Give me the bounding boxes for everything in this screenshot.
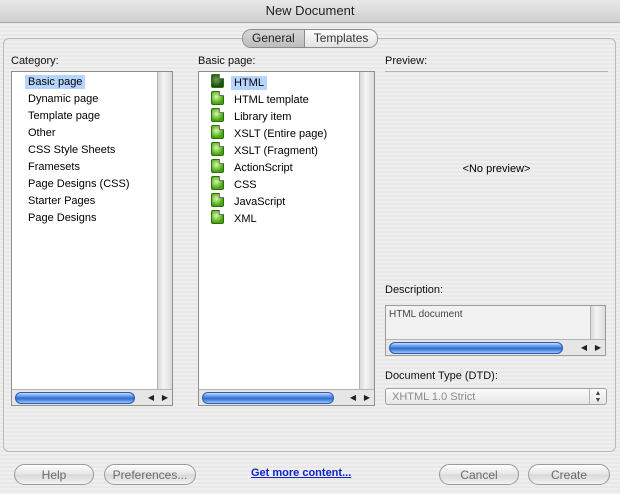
basic-page-item-actionscript[interactable]: ActionScript (199, 159, 360, 176)
category-item-page-designs-css[interactable]: Page Designs (CSS) (12, 176, 158, 193)
document-icon (211, 176, 224, 190)
preview-divider (385, 71, 608, 72)
doctype-select[interactable]: XHTML 1.0 Strict ▲ ▼ (385, 388, 607, 405)
basic-page-horizontal-scrollbar[interactable]: ◀ ▶ (199, 389, 374, 405)
tab-bar: General Templates (242, 29, 379, 48)
basic-page-list[interactable]: HTML HTML template Library item XSLT (En… (198, 71, 375, 406)
doctype-value: XHTML 1.0 Strict (392, 391, 476, 403)
category-item-basic-page[interactable]: Basic page (12, 74, 158, 91)
basic-page-item-css[interactable]: CSS (199, 176, 360, 193)
scroll-right-arrow-icon[interactable]: ▶ (158, 390, 172, 405)
tab-general[interactable]: General (243, 30, 304, 47)
description-box: HTML document ◀ ▶ (385, 305, 606, 356)
document-icon (211, 74, 224, 88)
category-item-template-page[interactable]: Template page (12, 108, 158, 125)
description-scroll-thumb[interactable] (389, 342, 563, 354)
basic-page-vertical-scrollbar[interactable] (359, 72, 374, 390)
description-label: Description: (385, 284, 444, 296)
document-icon (211, 193, 224, 207)
cancel-button[interactable]: Cancel (439, 464, 519, 485)
description-text: HTML document (389, 309, 463, 320)
basic-page-scroll-thumb[interactable] (202, 392, 334, 404)
basic-page-item-xslt-entire[interactable]: XSLT (Entire page) (199, 125, 360, 142)
tab-templates[interactable]: Templates (303, 30, 378, 47)
category-vertical-scrollbar[interactable] (157, 72, 172, 390)
get-more-content-link[interactable]: Get more content... (251, 467, 351, 479)
description-horizontal-scrollbar[interactable]: ◀ ▶ (386, 339, 605, 355)
category-scroll-thumb[interactable] (15, 392, 135, 404)
basic-page-item-html[interactable]: HTML (199, 74, 360, 91)
category-item-framesets[interactable]: Framesets (12, 159, 158, 176)
basic-page-item-html-template[interactable]: HTML template (199, 91, 360, 108)
category-item-dynamic-page[interactable]: Dynamic page (12, 91, 158, 108)
basic-page-item-xslt-fragment[interactable]: XSLT (Fragment) (199, 142, 360, 159)
basic-page-label: Basic page: (198, 55, 256, 67)
document-icon (211, 142, 224, 156)
document-icon (211, 125, 224, 139)
preferences-button[interactable]: Preferences... (104, 464, 196, 485)
category-item-css-style-sheets[interactable]: CSS Style Sheets (12, 142, 158, 159)
preview-label: Preview: (385, 55, 428, 67)
description-vertical-scrollbar[interactable] (590, 306, 605, 340)
window-title: New Document (0, 0, 620, 23)
scroll-left-arrow-icon[interactable]: ◀ (346, 390, 360, 405)
category-horizontal-scrollbar[interactable]: ◀ ▶ (12, 389, 172, 405)
document-icon (211, 210, 224, 224)
scroll-right-arrow-icon[interactable]: ▶ (591, 340, 605, 355)
basic-page-item-javascript[interactable]: JavaScript (199, 193, 360, 210)
document-icon (211, 159, 224, 173)
create-button[interactable]: Create (528, 464, 610, 485)
document-icon (211, 108, 224, 122)
basic-page-item-xml[interactable]: XML (199, 210, 360, 227)
doctype-label: Document Type (DTD): (385, 370, 498, 382)
scroll-left-arrow-icon[interactable]: ◀ (144, 390, 158, 405)
scroll-left-arrow-icon[interactable]: ◀ (577, 340, 591, 355)
help-button[interactable]: Help (14, 464, 94, 485)
category-item-page-designs[interactable]: Page Designs (12, 210, 158, 227)
new-document-dialog: New Document General Templates Category:… (0, 0, 620, 494)
document-icon (211, 91, 224, 105)
category-item-other[interactable]: Other (12, 125, 158, 142)
category-label: Category: (11, 55, 59, 67)
basic-page-item-library-item[interactable]: Library item (199, 108, 360, 125)
updown-arrows-icon: ▲ ▼ (589, 389, 606, 405)
scroll-right-arrow-icon[interactable]: ▶ (360, 390, 374, 405)
preview-placeholder: <No preview> (462, 163, 531, 175)
category-list[interactable]: Basic page Dynamic page Template page Ot… (11, 71, 173, 406)
category-item-starter-pages[interactable]: Starter Pages (12, 193, 158, 210)
